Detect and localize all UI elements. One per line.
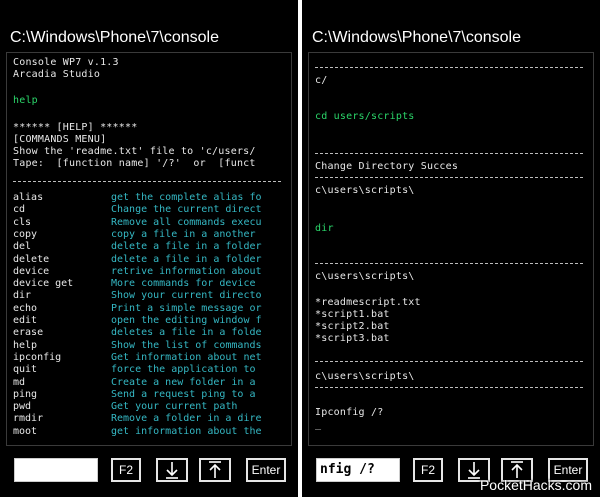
command-name: ipconfig — [13, 351, 62, 363]
right-phone-screen: C:\Windows\Phone\7\console c/ cd users/s… — [302, 0, 600, 497]
command-description: Get information about net — [111, 351, 262, 363]
command-input[interactable]: nfig /? — [316, 458, 400, 482]
command-name: pwd — [13, 401, 32, 413]
command-name: moot — [13, 425, 38, 437]
command-description: delete a file in a folder — [111, 241, 262, 253]
command-name: cls — [13, 216, 32, 228]
command-input[interactable] — [14, 458, 98, 482]
command-description: Remove all commands execu — [111, 216, 262, 228]
command-description: Print a simple message or — [111, 302, 262, 314]
divider — [13, 181, 281, 182]
history-up-button[interactable] — [199, 458, 231, 482]
command-name: device get — [13, 278, 74, 290]
command-description: delete a file in a folder — [111, 253, 262, 265]
command-name: alias — [13, 192, 44, 203]
file-entry: *script1.bat — [315, 309, 390, 320]
file-entry: *script2.bat — [315, 321, 390, 332]
command-name: edit — [13, 315, 38, 326]
command-description: get information about the — [111, 425, 262, 437]
history-down-button[interactable] — [156, 458, 188, 482]
command-description: Change the current direct — [111, 204, 262, 216]
command-name: cd — [13, 204, 26, 216]
path-line: c\users\scripts\ — [315, 271, 415, 282]
command-description: Get your current path — [111, 401, 238, 413]
command-description: retrive information about — [111, 265, 262, 277]
file-entry: *script3.bat — [315, 333, 390, 344]
command-name: copy — [13, 228, 38, 240]
divider — [315, 177, 583, 178]
divider — [315, 263, 583, 264]
help-header: ****** [HELP] ****** — [13, 122, 138, 133]
command-name: dir — [13, 290, 32, 302]
path-line: c\users\scripts\ — [315, 371, 415, 382]
current-input-line: Ipconfig /? — [315, 407, 384, 418]
status-line: Change Directory Succes — [315, 161, 459, 172]
command-name: device — [13, 265, 50, 277]
commands-menu-header: [COMMANDS MENU] — [13, 134, 107, 145]
divider — [315, 387, 583, 388]
divider — [315, 153, 583, 154]
command-name: ping — [13, 388, 38, 400]
enter-button[interactable]: Enter — [246, 458, 286, 482]
divider — [315, 361, 583, 362]
command-description: open the editing window f — [111, 315, 262, 326]
version-line: Console WP7 v.1.3 — [13, 57, 119, 68]
command-name: quit — [13, 364, 38, 376]
input-echo: dir — [315, 223, 334, 234]
studio-line: Arcadia Studio — [13, 69, 101, 80]
command-description: force the application to — [111, 364, 256, 376]
left-phone-screen: C:\Windows\Phone\7\console Console WP7 v… — [0, 0, 298, 497]
command-description: deletes a file in a folde — [111, 327, 262, 339]
divider — [315, 67, 583, 68]
input-echo: cd users/scripts — [315, 111, 415, 122]
path-line: c\users\scripts\ — [315, 185, 415, 196]
command-name: echo — [13, 302, 38, 314]
command-description: get the complete alias fo — [111, 192, 262, 203]
command-description: Remove a folder in a dire — [111, 413, 262, 425]
console-title: C:\Windows\Phone\7\console — [10, 29, 219, 46]
arrow-up-icon — [209, 461, 221, 478]
command-description: copy a file in a another — [111, 228, 256, 240]
command-name: rmdir — [13, 413, 44, 425]
command-name: help — [13, 339, 38, 351]
console-output[interactable]: Console WP7 v.1.3 Arcadia Studio help **… — [6, 52, 292, 446]
command-description: More commands for device — [111, 278, 256, 290]
help-text-line: Show the 'readme.txt' file to 'c/users/ — [13, 146, 256, 157]
command-name: md — [13, 376, 26, 388]
command-description: Show your current directo — [111, 290, 262, 302]
command-description: Show the list of commands — [111, 339, 262, 351]
file-entry: *readmescript.txt — [315, 297, 421, 308]
path-line: c/ — [315, 75, 328, 86]
arrow-down-icon — [166, 462, 178, 479]
watermark: PocketHacks.com — [479, 477, 592, 493]
console-title: C:\Windows\Phone\7\console — [312, 29, 521, 46]
command-description: Create a new folder in a — [111, 376, 256, 388]
command-name: del — [13, 241, 32, 253]
input-echo: help — [13, 95, 38, 106]
f2-button[interactable]: F2 — [111, 458, 141, 482]
command-description: Send a request ping to a — [111, 388, 256, 400]
console-output[interactable]: c/ cd users/scripts Change Directory Suc… — [308, 52, 594, 446]
prompt-cursor: _ — [315, 419, 322, 430]
command-name: delete — [13, 253, 50, 265]
command-name: erase — [13, 327, 44, 339]
help-text-line: Tape: [function name] '/?' or [funct — [13, 158, 256, 169]
f2-button[interactable]: F2 — [413, 458, 443, 482]
